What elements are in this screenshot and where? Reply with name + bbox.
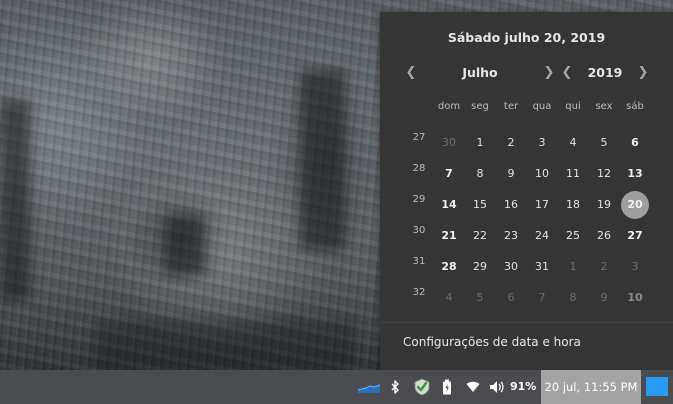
- calendar-day[interactable]: 27: [620, 223, 650, 249]
- calendar-popup: Sábado julho 20, 2019 ❮ Julho ❯ ❮ 2019 ❯…: [380, 12, 673, 370]
- calendar-day[interactable]: 15: [465, 192, 495, 218]
- weekday-label: qua: [532, 101, 552, 112]
- panel-clock[interactable]: 20 jul, 11:55 PM: [541, 370, 641, 404]
- calendar-day[interactable]: 14: [434, 192, 464, 218]
- chevron-left-icon: ❮: [405, 65, 417, 80]
- calendar-day[interactable]: 25: [558, 223, 588, 249]
- calendar-day[interactable]: 10: [527, 161, 557, 187]
- calendar-day[interactable]: 23: [496, 223, 526, 249]
- calendar-day[interactable]: 5: [589, 130, 619, 156]
- year-label: 2019: [587, 65, 623, 80]
- calendar-day[interactable]: 19: [589, 192, 619, 218]
- calendar-day[interactable]: 7: [527, 285, 557, 311]
- week-number: 28: [412, 163, 426, 174]
- battery-percentage: 91%: [510, 380, 537, 393]
- bluetooth-icon[interactable]: [386, 370, 404, 404]
- calendar-day[interactable]: 16: [496, 192, 526, 218]
- calendar-day-selected[interactable]: 20: [620, 191, 650, 219]
- security-shield-icon[interactable]: [410, 370, 434, 404]
- weekday-label: sex: [595, 101, 613, 112]
- calendar-day[interactable]: 6: [620, 130, 650, 156]
- calendar-day[interactable]: 29: [465, 254, 495, 280]
- next-month-button[interactable]: ❯: [541, 65, 557, 81]
- weekday-label: seg: [471, 101, 489, 112]
- week-number: 27: [412, 132, 426, 143]
- chevron-right-icon: ❯: [543, 65, 555, 80]
- calendar-day[interactable]: 22: [465, 223, 495, 249]
- calendar-day[interactable]: 3: [527, 130, 557, 156]
- calendar-day[interactable]: 7: [434, 161, 464, 187]
- calendar-day[interactable]: 10: [620, 285, 650, 311]
- calendar-day[interactable]: 30: [496, 254, 526, 280]
- calendar-day[interactable]: 3: [620, 254, 650, 280]
- wifi-icon[interactable]: [462, 370, 484, 404]
- calendar-day[interactable]: 9: [496, 161, 526, 187]
- week-number: 32: [412, 287, 426, 298]
- calendar-day[interactable]: 31: [527, 254, 557, 280]
- chevron-left-icon: ❮: [561, 65, 573, 80]
- calendar-day[interactable]: 6: [496, 285, 526, 311]
- calendar-date-heading: Sábado julho 20, 2019: [447, 30, 606, 45]
- week-number: 30: [412, 225, 426, 236]
- calendar-day[interactable]: 1: [465, 130, 495, 156]
- month-label: Julho: [462, 65, 498, 80]
- calendar-day[interactable]: 21: [434, 223, 464, 249]
- calendar-day[interactable]: 5: [465, 285, 495, 311]
- week-number: 31: [412, 256, 426, 267]
- calendar-day[interactable]: 13: [620, 161, 650, 187]
- chevron-right-icon: ❯: [637, 65, 649, 80]
- next-year-button[interactable]: ❯: [635, 65, 651, 81]
- prev-year-button[interactable]: ❮: [559, 65, 575, 81]
- calendar-day[interactable]: 30: [434, 130, 464, 156]
- calendar-day[interactable]: 8: [465, 161, 495, 187]
- calendar-day[interactable]: 26: [589, 223, 619, 249]
- prev-month-button[interactable]: ❮: [403, 65, 419, 81]
- calendar-day[interactable]: 11: [558, 161, 588, 187]
- week-number: 29: [412, 194, 426, 205]
- volume-icon[interactable]: [486, 370, 508, 404]
- weekday-label: qui: [565, 101, 581, 112]
- calendar-day[interactable]: 17: [527, 192, 557, 218]
- date-time-settings-link[interactable]: Configurações de data e hora: [403, 335, 581, 349]
- calendar-day[interactable]: 1: [558, 254, 588, 280]
- battery-icon[interactable]: [436, 370, 458, 404]
- calendar-day[interactable]: 2: [589, 254, 619, 280]
- popup-divider: [380, 322, 673, 323]
- network-graph-icon[interactable]: [356, 370, 382, 404]
- calendar-day[interactable]: 8: [558, 285, 588, 311]
- calendar-day[interactable]: 2: [496, 130, 526, 156]
- weekday-label: dom: [437, 101, 461, 112]
- calendar-day[interactable]: 28: [434, 254, 464, 280]
- weekday-label: sáb: [626, 101, 644, 112]
- calendar-day[interactable]: 4: [558, 130, 588, 156]
- calendar-day[interactable]: 24: [527, 223, 557, 249]
- calendar-day[interactable]: 12: [589, 161, 619, 187]
- selected-day-number: 20: [627, 198, 643, 211]
- calendar-day[interactable]: 4: [434, 285, 464, 311]
- calendar-day[interactable]: 9: [589, 285, 619, 311]
- bottom-panel: 91% 20 jul, 11:55 PM: [0, 370, 673, 404]
- weekday-label: ter: [503, 101, 519, 112]
- show-desktop-button[interactable]: [646, 377, 668, 396]
- calendar-day[interactable]: 18: [558, 192, 588, 218]
